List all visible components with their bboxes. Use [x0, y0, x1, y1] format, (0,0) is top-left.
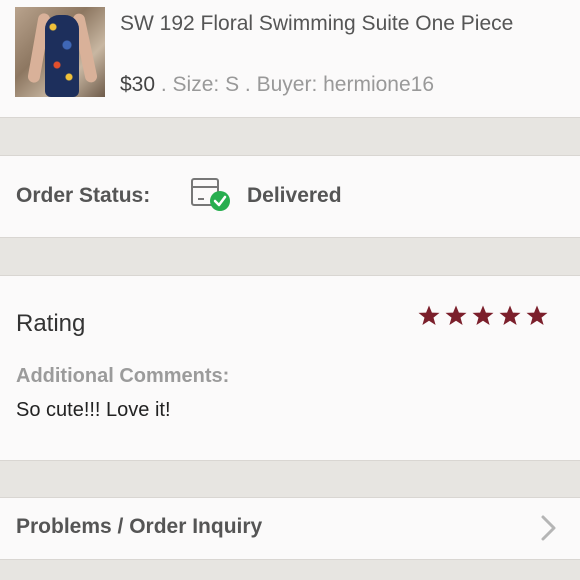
- chevron-right-icon: [541, 515, 556, 541]
- star-icon: [499, 305, 521, 325]
- product-size-buyer: . Size: S . Buyer: hermione16: [155, 73, 435, 96]
- product-card[interactable]: SW 192 Floral Swimming Suite One Piece $…: [0, 0, 580, 118]
- additional-comments-label: Additional Comments:: [16, 365, 230, 387]
- star-icon: [418, 305, 440, 325]
- star-icon: [526, 305, 548, 325]
- order-inquiry-row[interactable]: Problems / Order Inquiry: [0, 497, 580, 560]
- order-status-card: Order Status: Delivered: [0, 155, 580, 238]
- product-meta: $30 . Size: S . Buyer: hermione16: [120, 71, 434, 99]
- product-thumbnail[interactable]: [15, 7, 105, 97]
- rating-stars: [417, 304, 549, 328]
- order-status-label: Order Status:: [16, 184, 151, 207]
- rating-title: Rating: [16, 310, 86, 337]
- product-price: $30: [120, 73, 156, 96]
- order-status-value: Delivered: [247, 184, 342, 207]
- thumbnail-swimsuit: [45, 15, 79, 97]
- star-icon: [472, 305, 494, 325]
- star-icon: [445, 305, 467, 325]
- buyer-comment: So cute!!! Love it!: [16, 399, 171, 421]
- rating-card: Rating Additional Comments: So cute!!! L…: [0, 275, 580, 461]
- delivered-box-icon: [191, 178, 230, 211]
- order-inquiry-label: Problems / Order Inquiry: [16, 515, 263, 538]
- product-title: SW 192 Floral Swimming Suite One Piece: [120, 12, 514, 35]
